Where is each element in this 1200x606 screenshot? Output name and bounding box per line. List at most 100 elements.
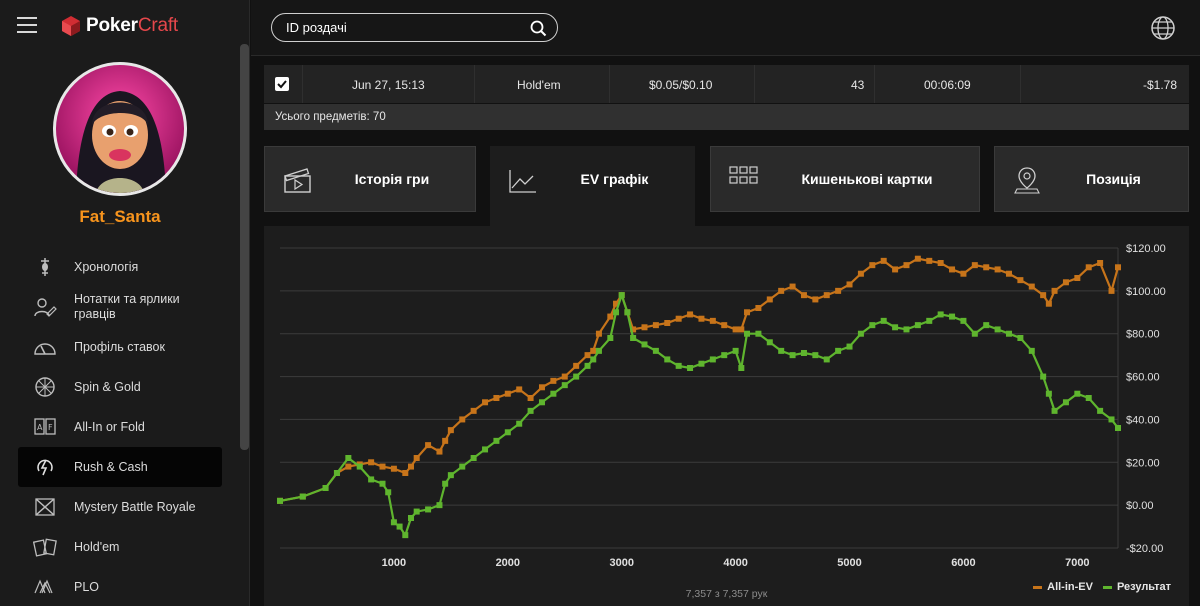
data-point (442, 437, 449, 444)
data-point (1005, 270, 1012, 277)
data-point (425, 442, 432, 449)
data-point (789, 283, 796, 290)
data-point (447, 427, 454, 434)
sidebar-item-chronology[interactable]: Хронологія (18, 247, 222, 287)
svg-text:A: A (37, 423, 43, 432)
legend-label: All-in-EV (1047, 581, 1093, 593)
data-point (937, 311, 944, 318)
row-result: -$1.78 (1142, 78, 1177, 92)
sidebar-item-plo[interactable]: PLO (18, 567, 222, 606)
data-point (800, 350, 807, 356)
data-point (983, 264, 990, 271)
data-point (482, 399, 489, 406)
column-divider (302, 65, 303, 103)
data-point (641, 341, 648, 348)
data-point (778, 287, 785, 294)
x-tick-label: 1000 (382, 557, 406, 569)
hamburger-menu-icon[interactable] (17, 17, 37, 33)
data-point (983, 322, 990, 329)
data-point (766, 296, 773, 303)
data-point (573, 373, 580, 380)
data-point (1062, 279, 1069, 286)
data-point (971, 330, 978, 337)
data-point (755, 305, 762, 311)
tab-game-history[interactable]: Історія гри (264, 146, 476, 212)
data-point (971, 262, 978, 269)
sidebar-item-spin-gold[interactable]: Spin & Gold (18, 367, 222, 407)
row-checkbox[interactable] (275, 77, 289, 91)
data-point (595, 330, 602, 337)
data-point (504, 390, 511, 397)
data-point (949, 266, 956, 273)
data-point (732, 326, 739, 333)
logo[interactable]: PokerCraft (62, 14, 178, 38)
data-point (926, 257, 933, 264)
series-line-ev (279, 257, 1120, 502)
tab-position[interactable]: Позиція (994, 146, 1189, 212)
data-point (1051, 407, 1058, 414)
data-point (846, 343, 853, 350)
column-divider (1020, 65, 1021, 103)
row-hands: 43 (851, 78, 865, 92)
data-point (846, 281, 853, 288)
tab-ev-graph[interactable]: EV графік (490, 146, 695, 226)
tab-pocket-cards[interactable]: Кишенькові картки (710, 146, 980, 212)
data-point (527, 395, 534, 401)
data-point (949, 313, 956, 320)
data-point (538, 399, 545, 406)
tab-label: EV графік (580, 171, 649, 187)
table-row[interactable]: Jun 27, 15:13 Hold'em $0.05/$0.10 43 00:… (264, 65, 1189, 103)
battle-royale-icon (32, 494, 58, 520)
search-input[interactable] (272, 20, 512, 35)
data-point (584, 362, 591, 369)
data-point (687, 311, 694, 318)
legend-item-ev[interactable]: All-in-EV (1033, 581, 1093, 593)
row-stakes: $0.05/$0.10 (649, 78, 713, 92)
player-notes-icon (32, 294, 58, 320)
data-point (322, 485, 329, 491)
legend-swatch-ev (1033, 585, 1043, 589)
sidebar-item-rush-cash[interactable]: Rush & Cash (18, 447, 222, 487)
checkmark-icon (277, 80, 287, 89)
sidebar-item-mystery-battle-royale[interactable]: Mystery Battle Royale (18, 487, 222, 527)
data-point (595, 347, 602, 354)
avatar[interactable] (53, 62, 187, 196)
globe-icon[interactable] (1150, 15, 1176, 41)
data-point (345, 455, 352, 461)
data-point (368, 459, 375, 466)
data-point (624, 309, 631, 316)
data-point (903, 262, 910, 269)
data-point (379, 463, 386, 470)
data-point (709, 317, 716, 324)
data-point (607, 335, 614, 341)
data-point (1115, 425, 1121, 431)
data-point (407, 515, 414, 521)
data-point (590, 356, 597, 363)
column-divider (609, 65, 610, 103)
holdem-cards-icon (32, 534, 58, 560)
avatar-portrait-icon (76, 91, 166, 193)
data-point (687, 365, 694, 371)
sidebar-item-betting-profile[interactable]: Профіль ставок (18, 327, 222, 367)
data-point (538, 384, 545, 391)
pokercraft-app: PokerCraft Fat_Santa Хронологія Нотатки … (0, 0, 1200, 606)
data-point (835, 347, 842, 354)
sidebar-item-holdem[interactable]: Hold'em (18, 527, 222, 567)
data-point (664, 356, 671, 363)
sidebar-item-label: Нотатки та ярлики гравців (74, 292, 180, 321)
spin-wheel-icon (32, 374, 58, 400)
data-point (561, 373, 568, 380)
sidebar-scrollbar[interactable] (240, 44, 249, 450)
data-point (1028, 347, 1035, 354)
sidebar-item-player-notes[interactable]: Нотатки та ярлики гравців (18, 287, 222, 327)
legend-item-result[interactable]: Результат (1102, 581, 1171, 593)
sidebar-item-allin-fold[interactable]: AF All-In or Fold (18, 407, 222, 447)
data-point (721, 322, 728, 329)
data-point (766, 339, 773, 346)
data-point (550, 377, 557, 384)
data-point (527, 407, 534, 414)
tab-label: Історія гри (354, 171, 430, 187)
ev-chart[interactable]: $120.00 $100.00 $80.00 $60.00 $40.00 $20.00 $0… (264, 226, 1189, 576)
search-icon[interactable] (530, 20, 547, 37)
data-point (914, 322, 921, 329)
